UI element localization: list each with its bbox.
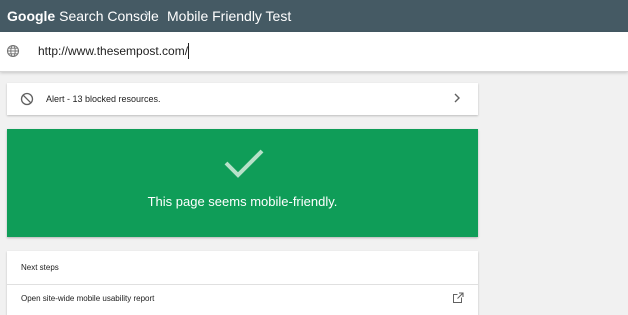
result-card: This page seems mobile-friendly. [7, 129, 478, 237]
next-steps-title: Next steps [21, 263, 59, 272]
page-title: Mobile Friendly Test [167, 8, 292, 24]
divider [7, 284, 478, 285]
url-bar [0, 32, 628, 72]
chevron-right-icon[interactable] [451, 92, 463, 104]
globe-icon [6, 44, 20, 58]
check-icon [224, 149, 264, 178]
open-external-icon[interactable] [452, 292, 464, 304]
text-caret [188, 43, 189, 59]
url-input[interactable] [38, 42, 458, 60]
alert-text: Alert - 13 blocked resources. [46, 94, 161, 104]
blocked-icon [20, 92, 34, 106]
top-app-bar: Google Search Console › Mobile Friendly … [0, 0, 628, 32]
brand[interactable]: Google Search Console [7, 7, 159, 25]
breadcrumb-separator: › [144, 5, 150, 22]
next-steps-card: Next steps Open site-wide mobile usabili… [7, 251, 478, 315]
brand-google: Google [7, 8, 56, 24]
alert-card[interactable]: Alert - 13 blocked resources. [7, 83, 478, 115]
open-usability-report-link[interactable]: Open site-wide mobile usability report [21, 294, 154, 304]
result-text: This page seems mobile-friendly. [147, 194, 338, 209]
